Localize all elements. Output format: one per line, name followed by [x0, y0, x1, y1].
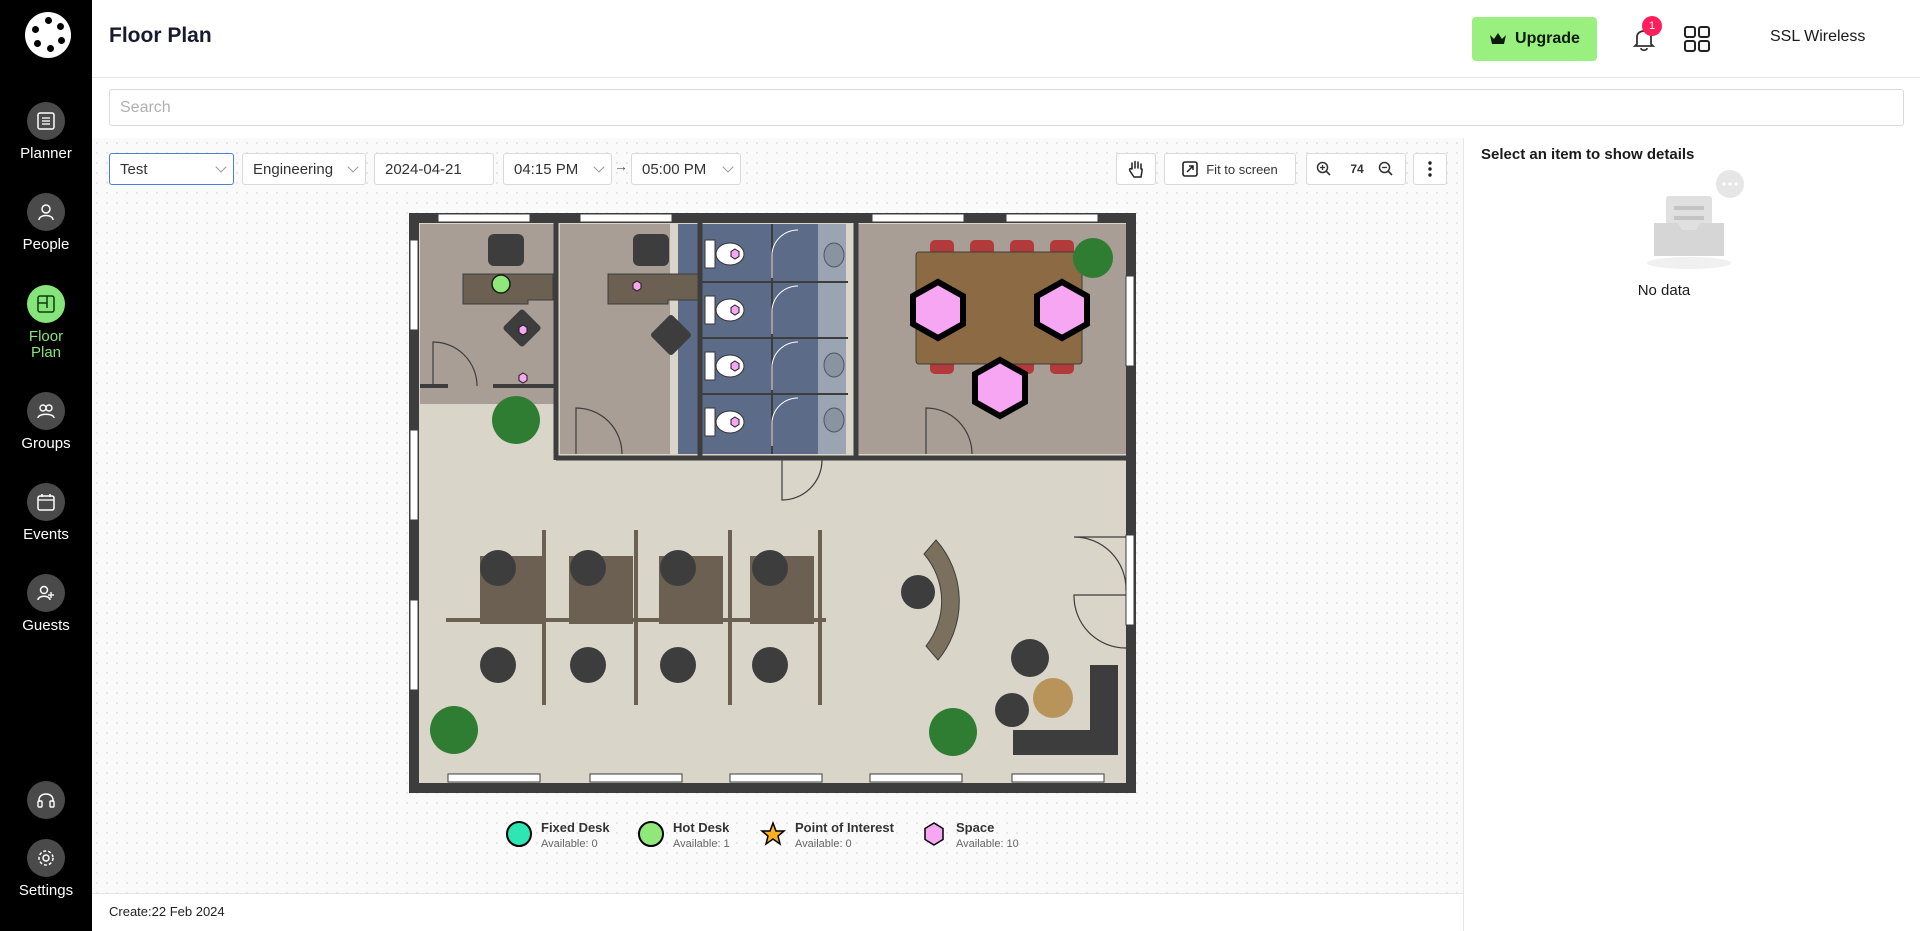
sidebar-item-groups[interactable]: Groups	[0, 392, 92, 452]
upgrade-button[interactable]: Upgrade	[1472, 17, 1597, 61]
zoom-in-icon[interactable]	[1315, 160, 1333, 178]
created-date: Create:22 Feb 2024	[109, 904, 225, 919]
sidebar-item-settings[interactable]: Settings	[0, 839, 92, 899]
chevron-down-icon	[347, 161, 359, 173]
empty-state-text: No data	[1637, 282, 1691, 299]
fixed-desk-icon	[506, 821, 532, 847]
arrow-right-icon: →	[614, 158, 628, 174]
hand-icon	[1128, 160, 1143, 178]
zoom-level: 74	[1350, 162, 1364, 176]
sidebar-item-people[interactable]: People	[0, 193, 92, 253]
sidebar-item-label: Settings	[18, 882, 74, 899]
hexagon-icon	[924, 822, 944, 846]
chevron-down-icon	[593, 161, 605, 173]
app-logo[interactable]	[25, 12, 71, 58]
planner-icon	[27, 102, 65, 140]
footer: Create:22 Feb 2024	[92, 893, 1463, 931]
floorplan-icon	[27, 285, 65, 323]
details-panel: Select an item to show details No data	[1463, 138, 1920, 931]
more-options-button[interactable]	[1413, 153, 1447, 185]
legend-available: Available: 0	[795, 838, 852, 850]
sidebar-item-label: Groups	[21, 435, 71, 452]
legend-name: Point of Interest	[795, 820, 894, 835]
fit-screen-icon	[1182, 161, 1199, 177]
end-time-select[interactable]: 05:00 PM	[631, 153, 741, 185]
app-root: Planner People Floor Plan Groups Events	[0, 0, 1920, 931]
details-title: Select an item to show details	[1481, 146, 1695, 163]
department-select-value: Engineering	[253, 160, 334, 178]
legend-name: Hot Desk	[673, 820, 730, 835]
sidebar-item-label: Planner	[20, 145, 72, 162]
more-vertical-icon	[1428, 161, 1432, 177]
start-time-select[interactable]: 04:15 PM	[503, 153, 612, 185]
hot-desk-icon	[638, 821, 664, 847]
calendar-icon	[27, 483, 65, 521]
department-select[interactable]: Engineering	[242, 153, 366, 185]
sidebar-item-label: Events	[23, 526, 69, 543]
sidebar-item-label: Floor Plan	[28, 328, 64, 361]
pan-tool-button[interactable]	[1116, 153, 1156, 185]
date-input[interactable]: 2024-04-21	[374, 153, 494, 185]
fit-to-screen-button[interactable]: Fit to screen	[1164, 153, 1296, 185]
fit-to-screen-label: Fit to screen	[1206, 161, 1278, 177]
support-button[interactable]	[0, 781, 92, 819]
zoom-control: 74	[1306, 153, 1406, 185]
legend-available: Available: 0	[541, 838, 598, 850]
sidebar-item-events[interactable]: Events	[0, 483, 92, 543]
floor-select[interactable]: Test	[109, 153, 234, 185]
guests-icon	[27, 574, 65, 612]
sidebar-item-label: Guests	[22, 617, 70, 634]
user-name[interactable]: SSL Wireless	[1770, 28, 1865, 46]
created-value: 22 Feb 2024	[151, 904, 225, 919]
zoom-out-icon[interactable]	[1377, 160, 1395, 178]
sidebar: Planner People Floor Plan Groups Events	[0, 0, 92, 931]
created-label: Create:	[109, 904, 152, 919]
star-icon	[759, 820, 787, 846]
start-time-value: 04:15 PM	[514, 160, 579, 178]
apps-grid-icon[interactable]	[1682, 24, 1712, 54]
sidebar-item-planner[interactable]: Planner	[0, 102, 92, 162]
legend-available: Available: 10	[956, 838, 1019, 850]
groups-icon	[27, 392, 65, 430]
date-value: 2024-04-21	[385, 160, 462, 178]
sidebar-item-guests[interactable]: Guests	[0, 574, 92, 634]
top-header: Floor Plan Upgrade 1 SSL Wireless	[92, 0, 1920, 78]
crown-icon	[1490, 33, 1507, 44]
search-input[interactable]	[109, 89, 1904, 126]
page-title: Floor Plan	[109, 24, 212, 47]
legend-available: Available: 1	[673, 838, 730, 850]
legend-name: Space	[956, 820, 995, 835]
notification-badge: 1	[1642, 16, 1662, 36]
sidebar-item-label: People	[22, 236, 70, 253]
floor-plan-map[interactable]	[408, 210, 1138, 795]
chevron-down-icon	[722, 161, 734, 173]
empty-inbox-icon	[1647, 170, 1744, 269]
person-icon	[27, 193, 65, 231]
end-time-value: 05:00 PM	[642, 160, 707, 178]
sidebar-item-floor-plan[interactable]: Floor Plan	[0, 285, 92, 361]
upgrade-label: Upgrade	[1515, 30, 1580, 47]
headset-icon	[27, 781, 65, 819]
gear-icon	[27, 839, 65, 877]
legend-name: Fixed Desk	[541, 820, 610, 835]
chevron-down-icon	[215, 161, 227, 173]
floor-select-value: Test	[120, 160, 148, 178]
